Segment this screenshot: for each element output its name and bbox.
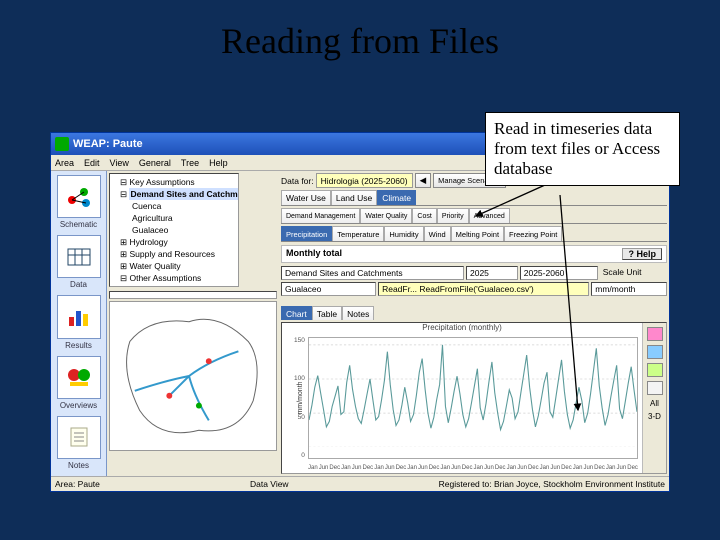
- tab-demand-mgmt[interactable]: Demand Management: [281, 208, 360, 223]
- nav-overviews-label: Overviews: [60, 401, 97, 410]
- variable-tabs: Precipitation Temperature Humidity Wind …: [281, 226, 667, 242]
- window-title: WEAP: Paute: [73, 138, 143, 150]
- chart-yticks: 050100150: [294, 337, 305, 459]
- nav-notes-label: Notes: [68, 461, 89, 470]
- chart-title: Precipitation (monthly): [282, 323, 642, 332]
- variable-title: Monthly total: [286, 248, 342, 260]
- unit-dropdown[interactable]: mm/month: [591, 282, 667, 296]
- variable-header: Monthly total ? Help: [281, 245, 667, 263]
- nav-schematic-label: Schematic: [60, 220, 97, 229]
- tree-item[interactable]: Gualaceo: [112, 224, 236, 236]
- tree-item[interactable]: ⊞ Water Quality: [112, 260, 236, 272]
- chart-type-icon[interactable]: [647, 327, 663, 341]
- year-range-field[interactable]: 2025-2060: [520, 266, 598, 280]
- tab-water-use[interactable]: Water Use: [281, 190, 331, 205]
- tab-cost[interactable]: Cost: [412, 208, 436, 223]
- chart-3d-button[interactable]: 3-D: [648, 412, 661, 421]
- nav-results-label: Results: [65, 341, 92, 350]
- chart-all-button[interactable]: All: [650, 399, 659, 408]
- nav-overviews[interactable]: [57, 356, 101, 399]
- help-button[interactable]: ? Help: [622, 248, 662, 260]
- callout-box: Read in timeseries data from text files …: [485, 112, 680, 186]
- expression-field[interactable]: ReadFr... ReadFromFile('Gualaceo.csv'): [378, 282, 589, 296]
- chart-color-icon[interactable]: [647, 345, 663, 359]
- tab-wind[interactable]: Wind: [424, 226, 451, 241]
- category-tabs: Water Use Land Use Climate: [281, 190, 667, 206]
- schematic-icon: [64, 185, 94, 209]
- tab-table[interactable]: Table: [312, 306, 342, 320]
- nav-data-label: Data: [70, 280, 87, 289]
- nav-schematic[interactable]: [57, 175, 101, 218]
- chart-plot: Precipitation (monthly) mm/month 0501001…: [282, 323, 642, 473]
- map-graphic: [110, 302, 276, 450]
- chart-area: Precipitation (monthly) mm/month 0501001…: [281, 322, 667, 474]
- results-icon: [64, 305, 94, 329]
- site-dropdown[interactable]: Gualaceo: [281, 282, 376, 296]
- mid-column: ⊟ Key Assumptions ⊟ Demand Sites and Cat…: [107, 171, 279, 476]
- status-view: Data View: [250, 479, 289, 489]
- app-window: WEAP: Paute _ □ ✕ Area Edit View General…: [50, 132, 670, 492]
- tree-item[interactable]: ⊞ Hydrology: [112, 236, 236, 248]
- tree-item[interactable]: ⊟ Key Assumptions: [112, 176, 236, 188]
- tab-freezing[interactable]: Freezing Point: [504, 226, 562, 241]
- menu-area[interactable]: Area: [55, 158, 74, 168]
- menu-edit[interactable]: Edit: [84, 158, 100, 168]
- nav-results[interactable]: [57, 295, 101, 338]
- slide-title: Reading from Files: [0, 0, 720, 72]
- statusbar: Area: Paute Data View Registered to: Bri…: [51, 476, 669, 491]
- year-start-field[interactable]: 2025: [466, 266, 518, 280]
- menu-view[interactable]: View: [110, 158, 129, 168]
- data-icon: [64, 245, 94, 269]
- app-icon: [55, 137, 69, 151]
- overviews-icon: [64, 365, 94, 389]
- tree-view[interactable]: ⊟ Key Assumptions ⊟ Demand Sites and Cat…: [109, 173, 239, 287]
- prev-scenario-button[interactable]: ◀: [415, 173, 432, 188]
- chart-print-icon[interactable]: [647, 381, 663, 395]
- scale-unit-label: Scale Unit: [600, 266, 667, 280]
- tab-priority[interactable]: Priority: [437, 208, 469, 223]
- tree-item[interactable]: ⊟ Demand Sites and Catchments: [112, 188, 236, 200]
- chart-grid-icon[interactable]: [647, 363, 663, 377]
- tree-item[interactable]: Cuenca: [112, 200, 236, 212]
- chart-xticks: JanJunDecJanJunDecJanJunDecJanJunDecJanJ…: [308, 465, 638, 471]
- tab-precipitation[interactable]: Precipitation: [281, 226, 332, 241]
- tree-item[interactable]: Agricultura: [112, 212, 236, 224]
- left-nav: Schematic Data Results Overviews Notes: [51, 171, 107, 476]
- tree-item[interactable]: ⊞ Supply and Resources: [112, 248, 236, 260]
- status-registration: Registered to: Brian Joyce, Stockholm En…: [439, 479, 665, 489]
- chart-canvas: [308, 337, 638, 459]
- tab-temperature[interactable]: Temperature: [332, 226, 384, 241]
- view-tabs: Chart Table Notes: [281, 306, 667, 320]
- tab-water-quality[interactable]: Water Quality: [360, 208, 412, 223]
- menu-tree[interactable]: Tree: [181, 158, 199, 168]
- notes-icon: [64, 425, 94, 449]
- status-area: Area: Paute: [55, 479, 100, 489]
- subtree-panel: [109, 291, 277, 299]
- menu-help[interactable]: Help: [209, 158, 228, 168]
- scenario-dropdown[interactable]: Hidrologia (2025-2060): [316, 173, 413, 188]
- menu-general[interactable]: General: [139, 158, 171, 168]
- right-pane: Data for: Hidrologia (2025-2060) ◀ Manag…: [279, 171, 669, 476]
- subcategory-tabs: Demand Management Water Quality Cost Pri…: [281, 208, 667, 224]
- tree-item[interactable]: ⊟ Other Assumptions: [112, 272, 236, 284]
- tab-chart[interactable]: Chart: [281, 306, 312, 320]
- tab-climate[interactable]: Climate: [377, 190, 416, 205]
- datafor-label: Data for:: [281, 176, 314, 186]
- nav-notes[interactable]: [57, 416, 101, 459]
- tab-humidity[interactable]: Humidity: [384, 226, 423, 241]
- tab-advanced[interactable]: Advanced: [469, 208, 510, 223]
- nav-data[interactable]: [57, 235, 101, 278]
- branch-dropdown[interactable]: Demand Sites and Catchments: [281, 266, 464, 280]
- chart-toolbar: All 3-D: [642, 323, 666, 473]
- tab-land-use[interactable]: Land Use: [331, 190, 377, 205]
- tab-melting[interactable]: Melting Point: [451, 226, 504, 241]
- tab-notes-inner[interactable]: Notes: [342, 306, 374, 320]
- schematic-map[interactable]: [109, 301, 277, 451]
